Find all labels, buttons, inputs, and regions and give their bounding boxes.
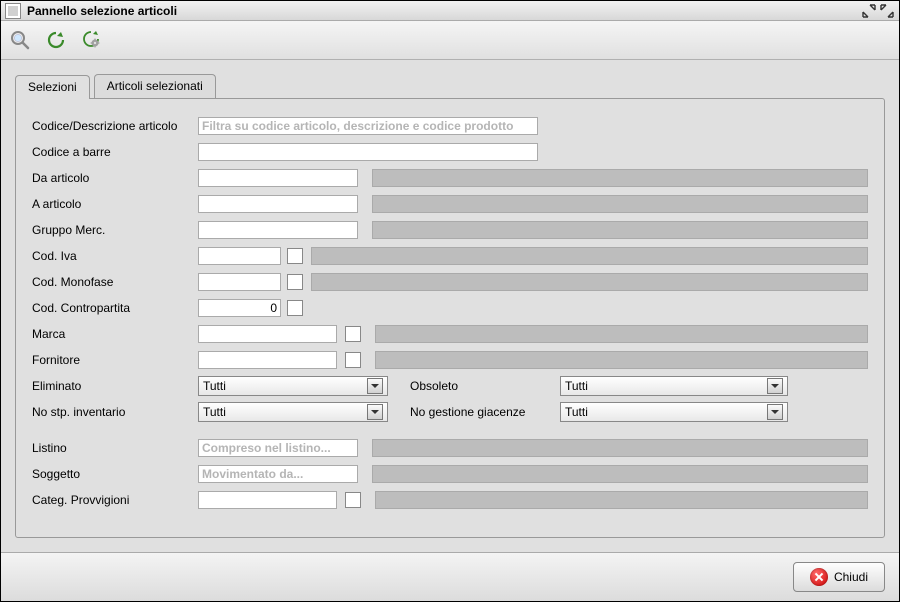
toolbar xyxy=(1,21,899,60)
label-da-articolo: Da articolo xyxy=(32,171,198,185)
maximize-icon[interactable] xyxy=(879,3,895,19)
label-gruppo-merc: Gruppo Merc. xyxy=(32,223,198,237)
label-cod-iva: Cod. Iva xyxy=(32,249,198,263)
checkbox-categ-provvigioni[interactable] xyxy=(345,492,361,508)
display-a-articolo xyxy=(372,195,868,213)
display-da-articolo xyxy=(372,169,868,187)
tab-selezioni[interactable]: Selezioni xyxy=(15,75,90,99)
label-cod-monofase: Cod. Monofase xyxy=(32,275,198,289)
label-categ-provvigioni: Categ. Provvigioni xyxy=(32,493,198,507)
title-bar: Pannello selezione articoli xyxy=(1,1,899,21)
label-codice-descr: Codice/Descrizione articolo xyxy=(32,119,198,133)
input-gruppo-merc[interactable] xyxy=(198,221,358,239)
input-a-articolo[interactable] xyxy=(198,195,358,213)
display-marca xyxy=(375,325,868,343)
input-categ-provvigioni[interactable] xyxy=(198,491,337,509)
content-area: Selezioni Articoli selezionati Codice/De… xyxy=(1,60,899,552)
input-codice-barre[interactable] xyxy=(198,143,538,161)
checkbox-marca[interactable] xyxy=(345,326,361,342)
select-no-gestione-giacenze[interactable]: Tutti xyxy=(560,402,788,422)
tab-panel-selezioni: Codice/Descrizione articolo Codice a bar… xyxy=(15,98,885,538)
chevron-down-icon xyxy=(367,378,383,394)
select-obsoleto[interactable]: Tutti xyxy=(560,376,788,396)
checkbox-cod-contropartita[interactable] xyxy=(287,300,303,316)
input-listino[interactable] xyxy=(198,439,358,457)
tab-articoli-selezionati[interactable]: Articoli selezionati xyxy=(94,74,216,98)
window-title: Pannello selezione articoli xyxy=(27,4,177,18)
checkbox-cod-monofase[interactable] xyxy=(287,274,303,290)
search-icon[interactable] xyxy=(9,29,31,51)
input-cod-iva[interactable] xyxy=(198,247,281,265)
label-soggetto: Soggetto xyxy=(32,467,198,481)
chevron-down-icon xyxy=(367,404,383,420)
label-a-articolo: A articolo xyxy=(32,197,198,211)
chevron-down-icon xyxy=(767,378,783,394)
select-obsoleto-value: Tutti xyxy=(565,379,588,393)
select-no-stp-inventario[interactable]: Tutti xyxy=(198,402,388,422)
tab-bar: Selezioni Articoli selezionati xyxy=(15,74,885,98)
input-cod-monofase[interactable] xyxy=(198,273,281,291)
bottom-bar: Chiudi xyxy=(1,552,899,601)
minimize-restore-icon[interactable] xyxy=(861,3,877,19)
close-icon xyxy=(810,568,828,586)
label-codice-barre: Codice a barre xyxy=(32,145,198,159)
display-soggetto xyxy=(372,465,868,483)
close-button[interactable]: Chiudi xyxy=(793,562,885,592)
select-eliminato[interactable]: Tutti xyxy=(198,376,388,396)
close-button-label: Chiudi xyxy=(834,570,868,584)
display-listino xyxy=(372,439,868,457)
label-cod-contropartita: Cod. Contropartita xyxy=(32,301,198,315)
label-eliminato: Eliminato xyxy=(32,379,198,393)
label-no-stp-inventario: No stp. inventario xyxy=(32,405,198,419)
refresh-gear-icon[interactable] xyxy=(81,29,103,51)
input-da-articolo[interactable] xyxy=(198,169,358,187)
label-fornitore: Fornitore xyxy=(32,353,198,367)
chevron-down-icon xyxy=(767,404,783,420)
input-cod-contropartita[interactable] xyxy=(198,299,281,317)
display-categ-provvigioni xyxy=(375,491,868,509)
input-codice-descr[interactable] xyxy=(198,117,538,135)
label-marca: Marca xyxy=(32,327,198,341)
refresh-icon[interactable] xyxy=(45,29,67,51)
display-cod-iva xyxy=(311,247,868,265)
window-frame: Pannello selezione articoli xyxy=(0,0,900,602)
display-fornitore xyxy=(375,351,868,369)
select-no-stp-inventario-value: Tutti xyxy=(203,405,226,419)
input-soggetto[interactable] xyxy=(198,465,358,483)
window-icon xyxy=(5,3,21,19)
label-listino: Listino xyxy=(32,441,198,455)
select-eliminato-value: Tutti xyxy=(203,379,226,393)
checkbox-fornitore[interactable] xyxy=(345,352,361,368)
label-no-gestione-giacenze: No gestione giacenze xyxy=(410,405,560,419)
input-marca[interactable] xyxy=(198,325,337,343)
input-fornitore[interactable] xyxy=(198,351,337,369)
display-cod-monofase xyxy=(311,273,868,291)
label-obsoleto: Obsoleto xyxy=(410,379,560,393)
checkbox-cod-iva[interactable] xyxy=(287,248,303,264)
select-no-gestione-giacenze-value: Tutti xyxy=(565,405,588,419)
display-gruppo-merc xyxy=(372,221,868,239)
